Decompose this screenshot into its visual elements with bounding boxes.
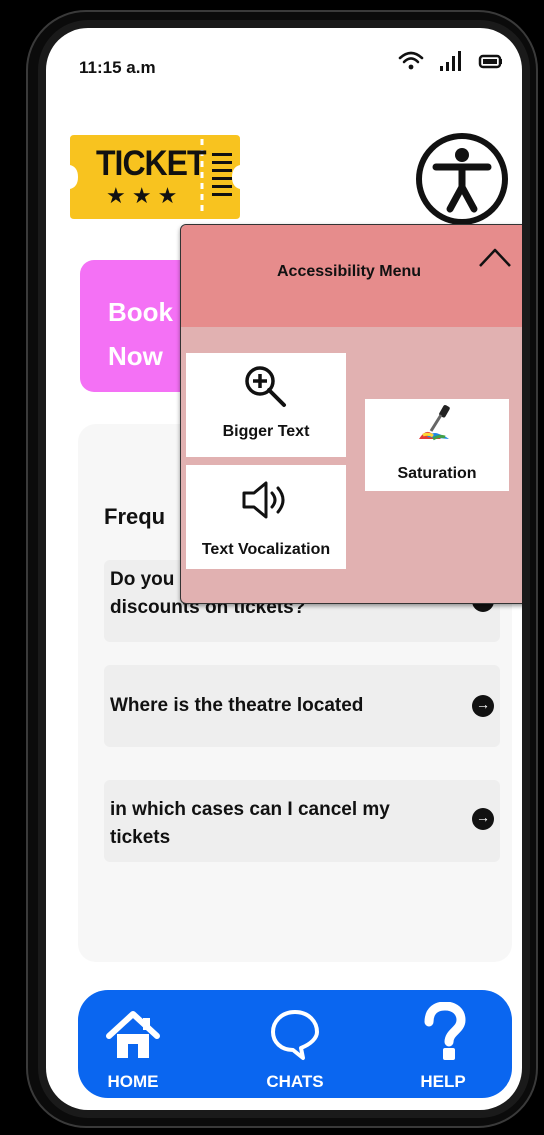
ticket-logo-stars: ★ ★ ★ — [106, 183, 178, 208]
faq-question: Where is the theatre located — [110, 692, 363, 720]
arrow-right-icon[interactable] — [472, 808, 494, 830]
question-icon — [424, 1002, 466, 1060]
chevron-up-icon[interactable] — [477, 245, 513, 269]
nav-chats-label: CHATS — [266, 1072, 324, 1091]
nav-help-label: HELP — [420, 1072, 466, 1091]
nav-home-label: HOME — [107, 1072, 159, 1091]
bigger-text-label: Bigger Text — [222, 423, 310, 440]
magnifier-plus-icon — [245, 366, 286, 407]
accessibility-menu-title: Accessibility Menu — [277, 263, 422, 280]
saturation-label: Saturation — [397, 465, 477, 482]
app-screen: 11:15 a.m TICKET ★ ★ ★ Book Now Frequ Do… — [46, 28, 522, 1110]
wifi-icon — [398, 51, 424, 70]
accessibility-button[interactable] — [414, 131, 510, 232]
accessibility-icon — [416, 133, 508, 225]
ticket-logo-text: TICKET — [96, 143, 207, 183]
book-now-line2: Now — [108, 341, 163, 371]
bottom-nav: HOME CHATS HELP — [78, 990, 512, 1098]
saturation-option[interactable]: Saturation — [365, 399, 509, 491]
faq-question-line: Where is the theatre located — [110, 695, 364, 716]
faq-item[interactable]: in which cases can I cancel my tickets — [104, 780, 500, 862]
speaker-icon — [242, 481, 285, 519]
chat-icon — [271, 1010, 319, 1060]
faq-question-line: tickets — [110, 827, 171, 848]
status-time: 11:15 a.m — [79, 58, 156, 77]
faq-question: in which cases can I cancel my tickets — [110, 796, 390, 852]
battery-icon — [478, 54, 502, 69]
text-vocalization-label: Text Vocalization — [201, 541, 331, 558]
arrow-right-icon[interactable] — [472, 695, 494, 717]
book-now-line1: Book — [108, 297, 173, 327]
text-vocalization-option[interactable]: Text Vocalization — [186, 465, 346, 569]
home-icon — [106, 1011, 160, 1058]
faq-item[interactable]: Where is the theatre located — [104, 665, 500, 747]
color-dropper-icon — [419, 405, 450, 441]
ticket-logo: TICKET ★ ★ ★ — [66, 131, 244, 228]
book-now-label: Book Now — [108, 290, 173, 378]
accessibility-menu: Accessibility Menu Bigger Text Saturatio… — [180, 224, 522, 604]
nav-home[interactable]: HOME — [88, 1000, 178, 1096]
accessibility-menu-header: Accessibility Menu — [181, 225, 522, 327]
faq-title: Frequ — [104, 504, 166, 529]
status-icons — [398, 50, 504, 72]
nav-help[interactable]: HELP — [398, 1000, 488, 1096]
signal-icon — [440, 51, 461, 71]
bigger-text-option[interactable]: Bigger Text — [186, 353, 346, 457]
faq-question-line: in which cases can I cancel my — [110, 799, 390, 820]
nav-chats[interactable]: CHATS — [250, 1000, 340, 1096]
